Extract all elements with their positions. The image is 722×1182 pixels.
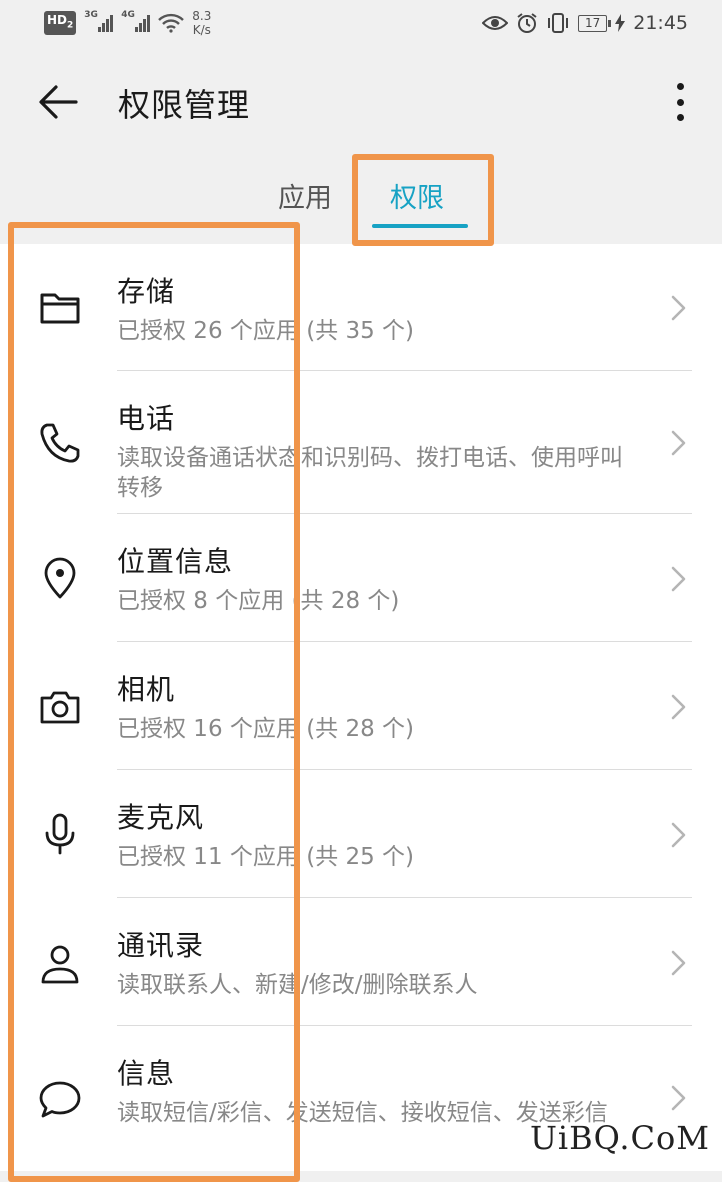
- charging-icon: [615, 14, 626, 32]
- status-right: 17 21:45: [481, 8, 688, 38]
- signal-2-label: 4G: [121, 10, 135, 20]
- chevron-right-icon: [671, 1085, 686, 1111]
- network-speed: 8.3 K/s: [192, 9, 212, 37]
- alarm-icon: [517, 13, 537, 33]
- signal-icon-2: 4G: [121, 10, 151, 32]
- wifi-icon: [158, 13, 185, 33]
- page-title: 权限管理: [118, 86, 251, 124]
- battery-indicator: 17: [577, 14, 612, 32]
- chevron-right-icon: [671, 566, 686, 592]
- chevron-right-icon: [671, 822, 686, 848]
- signal-icon-1: 3G: [84, 10, 114, 32]
- chevron-right-icon: [671, 295, 686, 321]
- signal-1-label: 3G: [84, 10, 98, 20]
- status-bar: HD2 3G 4G 8.3 K/s 17 21:45: [0, 0, 722, 46]
- chevron-right-icon: [671, 950, 686, 976]
- hd-voice-icon: HD2: [44, 11, 77, 35]
- highlight-box-tab: [352, 154, 494, 246]
- clock: 21:45: [633, 12, 688, 34]
- vibrate-icon: [547, 13, 568, 33]
- highlight-box-list: [8, 222, 300, 1182]
- chevron-right-icon: [671, 694, 686, 720]
- more-options-button[interactable]: [668, 80, 692, 124]
- tab-apps[interactable]: 应用: [278, 176, 332, 215]
- chevron-right-icon: [671, 430, 686, 456]
- more-vertical-icon: [676, 83, 684, 90]
- watermark: UiBQ.CoM: [529, 1119, 710, 1157]
- app-bar: 权限管理: [0, 46, 722, 156]
- back-button[interactable]: [36, 80, 80, 124]
- eye-comfort-icon: [481, 16, 508, 30]
- status-left: HD2 3G 4G 8.3 K/s: [44, 8, 211, 38]
- arrow-left-icon: [39, 85, 78, 119]
